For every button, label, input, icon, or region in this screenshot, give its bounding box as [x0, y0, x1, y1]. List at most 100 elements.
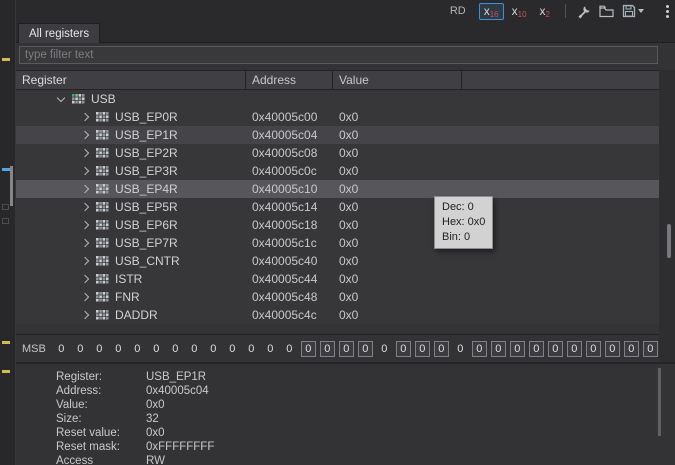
- table-row[interactable]: ISTR 0x40005c44 0x0: [16, 270, 659, 288]
- tab-all-registers[interactable]: All registers: [18, 23, 101, 43]
- register-icon: [96, 220, 109, 230]
- table-row[interactable]: DADDR 0x40005c4c 0x0: [16, 306, 659, 324]
- value-tooltip: Dec: 0 Hex: 0x0 Bin: 0: [434, 196, 494, 249]
- register-value: 0x0: [339, 110, 359, 124]
- bit-cell[interactable]: 0: [206, 341, 221, 357]
- bit-cell[interactable]: 0: [453, 341, 468, 357]
- import-icon[interactable]: [598, 2, 616, 20]
- register-address: 0x40005c0c: [252, 164, 317, 178]
- table-row[interactable]: USB_EP6R 0x40005c18 0x0: [16, 216, 659, 234]
- details-value: 0x0: [146, 399, 165, 411]
- bit-cell[interactable]: 0: [282, 341, 297, 357]
- bit-cell[interactable]: 0: [300, 340, 316, 357]
- details-row: Reset value: 0x0: [56, 426, 675, 440]
- gutter-scrollbar[interactable]: [10, 166, 13, 206]
- save-dropdown-arrow-icon[interactable]: [638, 9, 644, 13]
- chevron-right-icon[interactable]: [80, 238, 90, 248]
- radix-x10-button[interactable]: x 10: [507, 3, 532, 20]
- bit-cell[interactable]: 0: [604, 340, 620, 357]
- register-view-window: { "toolbar": { "rd_label": "RD", "radix_…: [0, 0, 675, 465]
- table-row[interactable]: USB_CNTR 0x40005c40 0x0: [16, 252, 659, 270]
- register-icon: [96, 256, 109, 266]
- chevron-right-icon[interactable]: [80, 166, 90, 176]
- bit-cell[interactable]: 0: [585, 340, 601, 357]
- table-scrollbar-thumb[interactable]: [667, 224, 671, 258]
- bit-cell[interactable]: 0: [244, 341, 259, 357]
- register-address: 0x40005c48: [252, 290, 318, 304]
- bit-cell[interactable]: 0: [319, 340, 335, 357]
- msb-label: MSB: [22, 342, 46, 355]
- details-label: Access permission:: [56, 455, 94, 465]
- bit-cell[interactable]: 0: [566, 340, 582, 357]
- save-icon[interactable]: [621, 2, 645, 20]
- chevron-right-icon[interactable]: [80, 292, 90, 302]
- overflow-menu-icon[interactable]: [666, 5, 669, 20]
- chevron-right-icon[interactable]: [80, 148, 90, 158]
- table-row[interactable]: USB_EP3R 0x40005c0c 0x0: [16, 162, 659, 180]
- table-row[interactable]: USB_EP4R 0x40005c10 0x0: [16, 180, 659, 198]
- details-label: Reset value:: [56, 427, 120, 439]
- register-address: 0x40005c10: [252, 182, 318, 196]
- column-header-address[interactable]: Address: [246, 71, 333, 89]
- chevron-right-icon[interactable]: [80, 130, 90, 140]
- table-row[interactable]: USB_EP7R 0x40005c1c 0x0: [16, 234, 659, 252]
- table-row[interactable]: FNR 0x40005c48 0x0: [16, 288, 659, 306]
- bit-cell[interactable]: 0: [509, 340, 525, 357]
- table-row[interactable]: USB_EP0R 0x40005c00 0x0: [16, 108, 659, 126]
- details-value: 0xFFFFFFFF: [146, 441, 215, 453]
- gutter-marker-yellow: [2, 341, 10, 344]
- chevron-right-icon[interactable]: [80, 184, 90, 194]
- bit-cell[interactable]: 0: [130, 341, 145, 357]
- bit-cell[interactable]: 0: [54, 341, 69, 357]
- bit-cell[interactable]: 0: [471, 340, 487, 357]
- tooltip-line: Bin: 0: [442, 231, 471, 243]
- table-row[interactable]: USB: [16, 90, 659, 108]
- register-address: 0x40005c00: [252, 110, 318, 124]
- bit-cell[interactable]: 0: [357, 340, 373, 357]
- bit-cell[interactable]: 0: [187, 341, 202, 357]
- registers-panel: RD x 16 x 10 x 2 All registers type filt…: [16, 0, 675, 465]
- table-row[interactable]: USB_EP2R 0x40005c08 0x0: [16, 144, 659, 162]
- filter-input[interactable]: [19, 46, 658, 64]
- register-address: 0x40005c18: [252, 218, 318, 232]
- register-address: 0x40005c1c: [252, 236, 317, 250]
- bit-cell[interactable]: 0: [338, 340, 354, 357]
- chevron-right-icon[interactable]: [80, 220, 90, 230]
- column-header-value[interactable]: Value: [333, 71, 462, 89]
- column-header-spacer: [462, 71, 659, 89]
- tools-icon[interactable]: [576, 2, 593, 20]
- details-value: 0x40005c04: [146, 385, 209, 397]
- register-icon: [96, 184, 109, 194]
- bit-cell[interactable]: 0: [395, 340, 411, 357]
- bit-cell[interactable]: 0: [528, 340, 544, 357]
- bit-cell[interactable]: 0: [414, 340, 430, 357]
- bit-cell[interactable]: 0: [642, 340, 658, 357]
- bit-cell[interactable]: 0: [490, 340, 506, 357]
- table-scrollbar-track[interactable]: [659, 70, 675, 362]
- chevron-right-icon[interactable]: [80, 274, 90, 284]
- bit-cell[interactable]: 0: [225, 341, 240, 357]
- radix-x2-button[interactable]: x2: [535, 3, 555, 20]
- bit-cell[interactable]: 0: [263, 341, 278, 357]
- bit-cell[interactable]: 0: [168, 341, 183, 357]
- chevron-right-icon[interactable]: [80, 256, 90, 266]
- details-scrollbar-thumb[interactable]: [658, 368, 661, 436]
- bit-cell[interactable]: 0: [433, 340, 449, 357]
- bit-cell[interactable]: 0: [377, 341, 392, 357]
- chevron-right-icon[interactable]: [80, 310, 90, 320]
- bit-cell[interactable]: 0: [547, 340, 563, 357]
- bit-cell[interactable]: 0: [623, 340, 639, 357]
- rd-label: RD: [449, 5, 466, 17]
- chevron-right-icon[interactable]: [80, 112, 90, 122]
- table-row[interactable]: USB_EP5R 0x40005c14 0x0: [16, 198, 659, 216]
- bit-cell[interactable]: 0: [73, 341, 88, 357]
- bit-cell[interactable]: 0: [149, 341, 164, 357]
- table-row[interactable]: USB_EP1R 0x40005c04 0x0: [16, 126, 659, 144]
- bit-cell[interactable]: 0: [111, 341, 126, 357]
- column-header-register[interactable]: Register: [16, 71, 246, 89]
- left-gutter: [0, 0, 16, 465]
- bit-cell[interactable]: 0: [92, 341, 107, 357]
- chevron-right-icon[interactable]: [80, 202, 90, 212]
- radix-x16-button[interactable]: x 16: [478, 2, 504, 20]
- chevron-down-icon[interactable]: [56, 93, 66, 103]
